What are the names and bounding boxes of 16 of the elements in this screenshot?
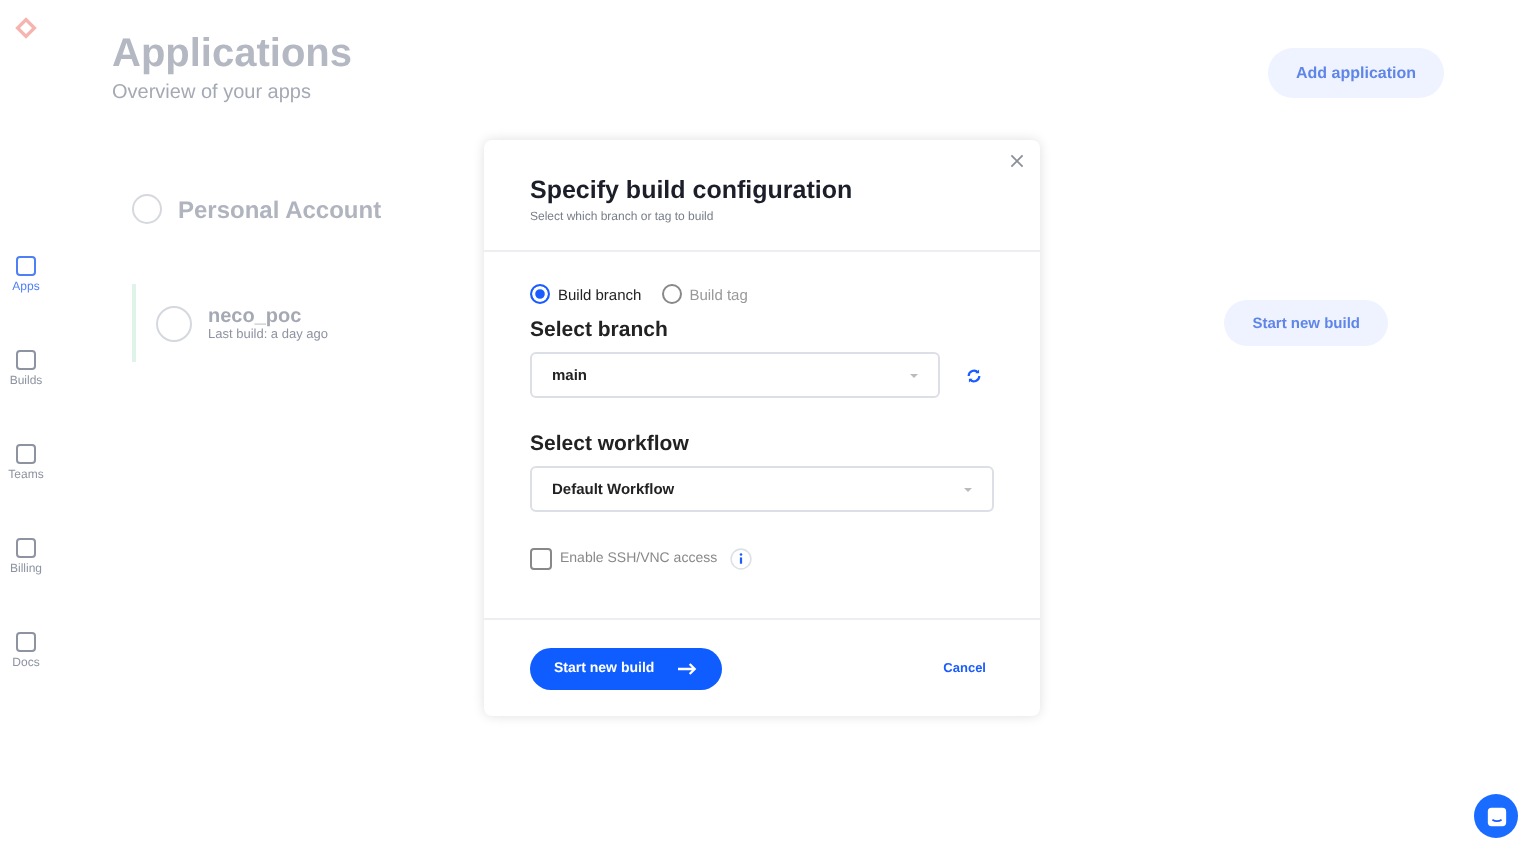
page-title: Applications [112, 32, 353, 78]
page-subtitle: Overview of your apps [112, 82, 313, 104]
branch-label: Select branch [530, 318, 670, 342]
arrow-right-icon [678, 662, 699, 676]
workflow-label: Select workflow [530, 432, 691, 456]
close-icon[interactable] [1010, 154, 1024, 168]
chat-button[interactable] [1474, 794, 1518, 838]
app-name: neco_poc [208, 305, 304, 327]
add-application-button[interactable]: Add application [1268, 48, 1444, 98]
dialog-title: Specify build configuration [530, 176, 855, 204]
info-icon[interactable] [729, 548, 752, 570]
app-icon [156, 305, 192, 341]
account-icon [132, 194, 162, 224]
account-name: Personal Account [178, 195, 382, 223]
refresh-icon[interactable] [966, 367, 982, 383]
chat-icon [1485, 805, 1507, 827]
